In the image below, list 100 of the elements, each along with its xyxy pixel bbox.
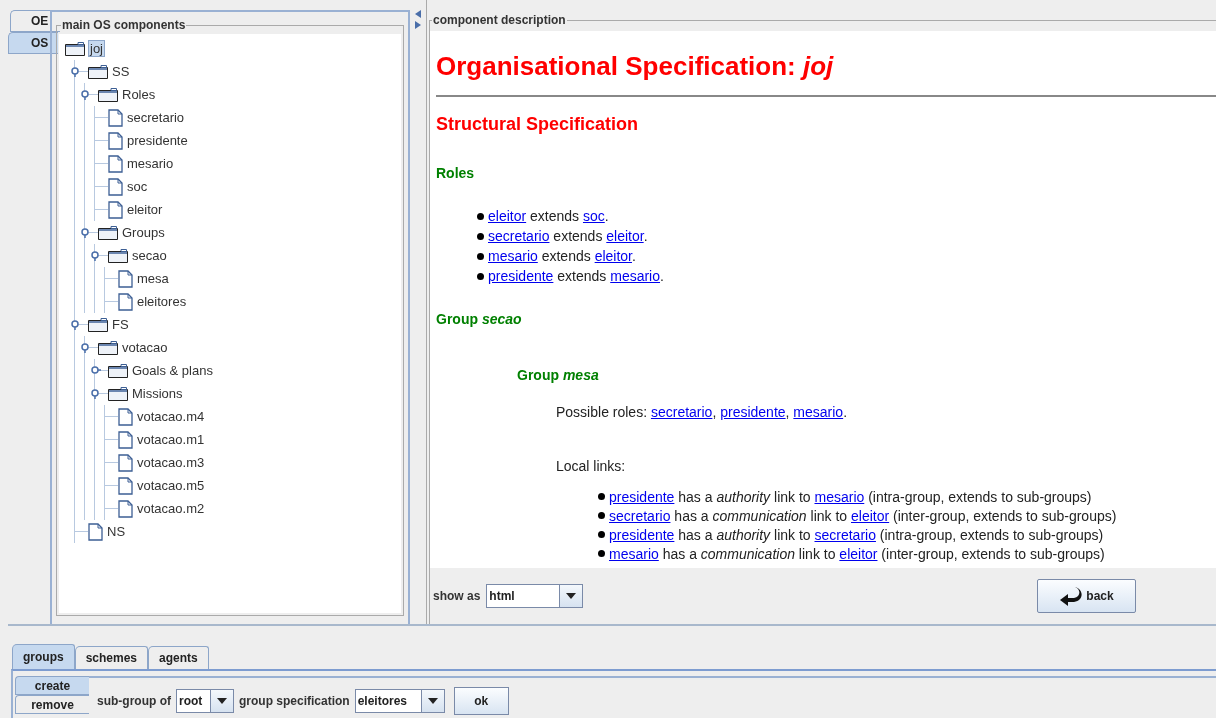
tab[interactable]: groups — [12, 644, 75, 669]
bullet-icon — [477, 232, 484, 240]
tree-node[interactable]: soc — [126, 178, 149, 195]
link-description-text: presidente has a authority link to secretario (intra-group, extends to sub-groups) — [609, 526, 1104, 543]
role-link[interactable]: presidente — [609, 488, 675, 505]
bullet-icon — [477, 212, 484, 220]
tree-node[interactable]: mesario — [126, 155, 175, 172]
file-icon — [108, 200, 123, 219]
right-arrow-icon[interactable] — [415, 21, 421, 29]
expanded-handle-icon[interactable] — [80, 342, 91, 353]
bullet-icon — [477, 272, 484, 280]
bullet-icon — [598, 493, 605, 500]
file-icon — [118, 499, 133, 518]
sub-group-label: sub-group of — [97, 694, 171, 708]
tree-node[interactable]: votacao.m4 — [136, 408, 206, 425]
role-link[interactable]: mesario — [814, 488, 865, 505]
bullet-icon — [598, 531, 605, 538]
tree-node[interactable]: joj — [88, 40, 105, 57]
tree-node[interactable]: SS — [111, 63, 131, 80]
panel-title: main OS components — [61, 18, 187, 32]
tree-node[interactable]: Missions — [131, 385, 184, 402]
side-tab[interactable]: OE — [10, 10, 60, 32]
panel-title: component description — [432, 13, 567, 27]
expanded-handle-icon[interactable] — [80, 227, 91, 238]
tree-node[interactable]: votacao.m2 — [136, 500, 206, 517]
tree-node[interactable]: eleitor — [126, 201, 164, 218]
folder-icon — [88, 317, 108, 332]
role-link[interactable]: soc — [582, 208, 605, 224]
folder-icon — [88, 64, 108, 79]
side-tab[interactable]: remove — [15, 695, 89, 714]
role-link[interactable]: mesario — [488, 248, 538, 264]
expanded-handle-icon[interactable] — [80, 89, 91, 100]
back-button[interactable]: back — [1037, 579, 1136, 613]
collapsed-handle-icon[interactable] — [90, 365, 101, 376]
role-link[interactable]: presidente — [720, 404, 786, 420]
role-link[interactable]: eleitor — [839, 545, 878, 562]
role-extension-text: eleitor extends soc. — [488, 208, 609, 224]
side-tab[interactable]: OS — [8, 32, 58, 54]
folder-icon — [108, 386, 128, 401]
role-link[interactable]: eleitor — [606, 228, 644, 244]
tab[interactable]: agents — [148, 646, 209, 669]
file-icon — [108, 131, 123, 150]
expanded-handle-icon[interactable] — [70, 66, 81, 77]
role-link[interactable]: eleitor — [851, 507, 890, 524]
back-arrow-icon — [1059, 585, 1084, 607]
role-link[interactable]: secretario — [814, 526, 876, 543]
role-link[interactable]: presidente — [609, 526, 675, 543]
tree-node[interactable]: secao — [131, 247, 168, 264]
subsection-heading: Roles — [436, 164, 476, 182]
document-title: Organisational Specification: joj — [436, 51, 835, 81]
role-link[interactable]: presidente — [488, 268, 554, 284]
group-specification-dropdown[interactable]: eleitores — [354, 689, 445, 713]
role-link[interactable]: mesario — [609, 545, 659, 562]
bullet-icon — [598, 512, 605, 519]
ok-button[interactable]: ok — [453, 687, 509, 715]
tree-node[interactable]: Groups — [121, 224, 166, 241]
dropdown-arrow-icon — [427, 698, 438, 704]
tree-node[interactable]: NS — [106, 523, 127, 540]
link-description-text: mesario has a communication link to eleitor (inter-group, extends to sub-groups) — [609, 545, 1105, 562]
tree-node[interactable]: Roles — [121, 86, 157, 103]
dropdown-arrow-icon — [217, 698, 227, 704]
folder-icon — [65, 41, 85, 56]
file-icon — [118, 292, 133, 311]
tree-node[interactable]: votacao.m5 — [136, 477, 206, 494]
file-icon — [118, 476, 133, 495]
role-extension-text: mesario extends eleitor. — [488, 248, 636, 264]
file-icon — [118, 453, 133, 472]
role-link[interactable]: eleitor — [594, 248, 632, 264]
tree-node[interactable]: FS — [111, 316, 130, 333]
tree-node[interactable]: votacao.m3 — [136, 454, 206, 471]
dropdown-arrow-icon — [566, 593, 577, 599]
tree-node[interactable]: presidente — [126, 132, 189, 149]
tree-node[interactable]: mesa — [136, 270, 170, 287]
file-icon — [108, 177, 123, 196]
tab[interactable]: schemes — [74, 646, 149, 669]
tree-node[interactable]: votacao — [121, 339, 169, 356]
folder-icon — [98, 340, 118, 355]
role-link[interactable]: secretario — [488, 228, 550, 244]
tree-node[interactable]: eleitores — [136, 293, 188, 310]
subsection-heading: Group secao — [436, 310, 523, 328]
side-tab[interactable]: create — [15, 676, 89, 695]
bullet-icon — [598, 550, 605, 557]
role-link[interactable]: eleitor — [488, 208, 527, 224]
tree-node[interactable]: votacao.m1 — [136, 431, 206, 448]
group-specification-label: group specification — [239, 694, 350, 708]
file-icon — [118, 430, 133, 449]
left-arrow-icon[interactable] — [415, 10, 421, 18]
file-icon — [118, 269, 133, 288]
role-link[interactable]: mesario — [610, 268, 660, 284]
show-as-dropdown[interactable]: html — [486, 584, 584, 608]
expanded-handle-icon[interactable] — [70, 319, 81, 330]
tree-node[interactable]: secretario — [126, 109, 186, 126]
sub-group-dropdown[interactable]: root — [176, 689, 234, 713]
role-link[interactable]: secretario — [609, 507, 671, 524]
expanded-handle-icon[interactable] — [90, 388, 101, 399]
link-description-text: secretario has a communication link to eleitor (inter-group, extends to sub-groups) — [609, 507, 1117, 524]
expanded-handle-icon[interactable] — [90, 250, 101, 261]
tree-node[interactable]: Goals & plans — [131, 362, 214, 379]
folder-icon — [98, 225, 118, 240]
file-icon — [108, 108, 123, 127]
